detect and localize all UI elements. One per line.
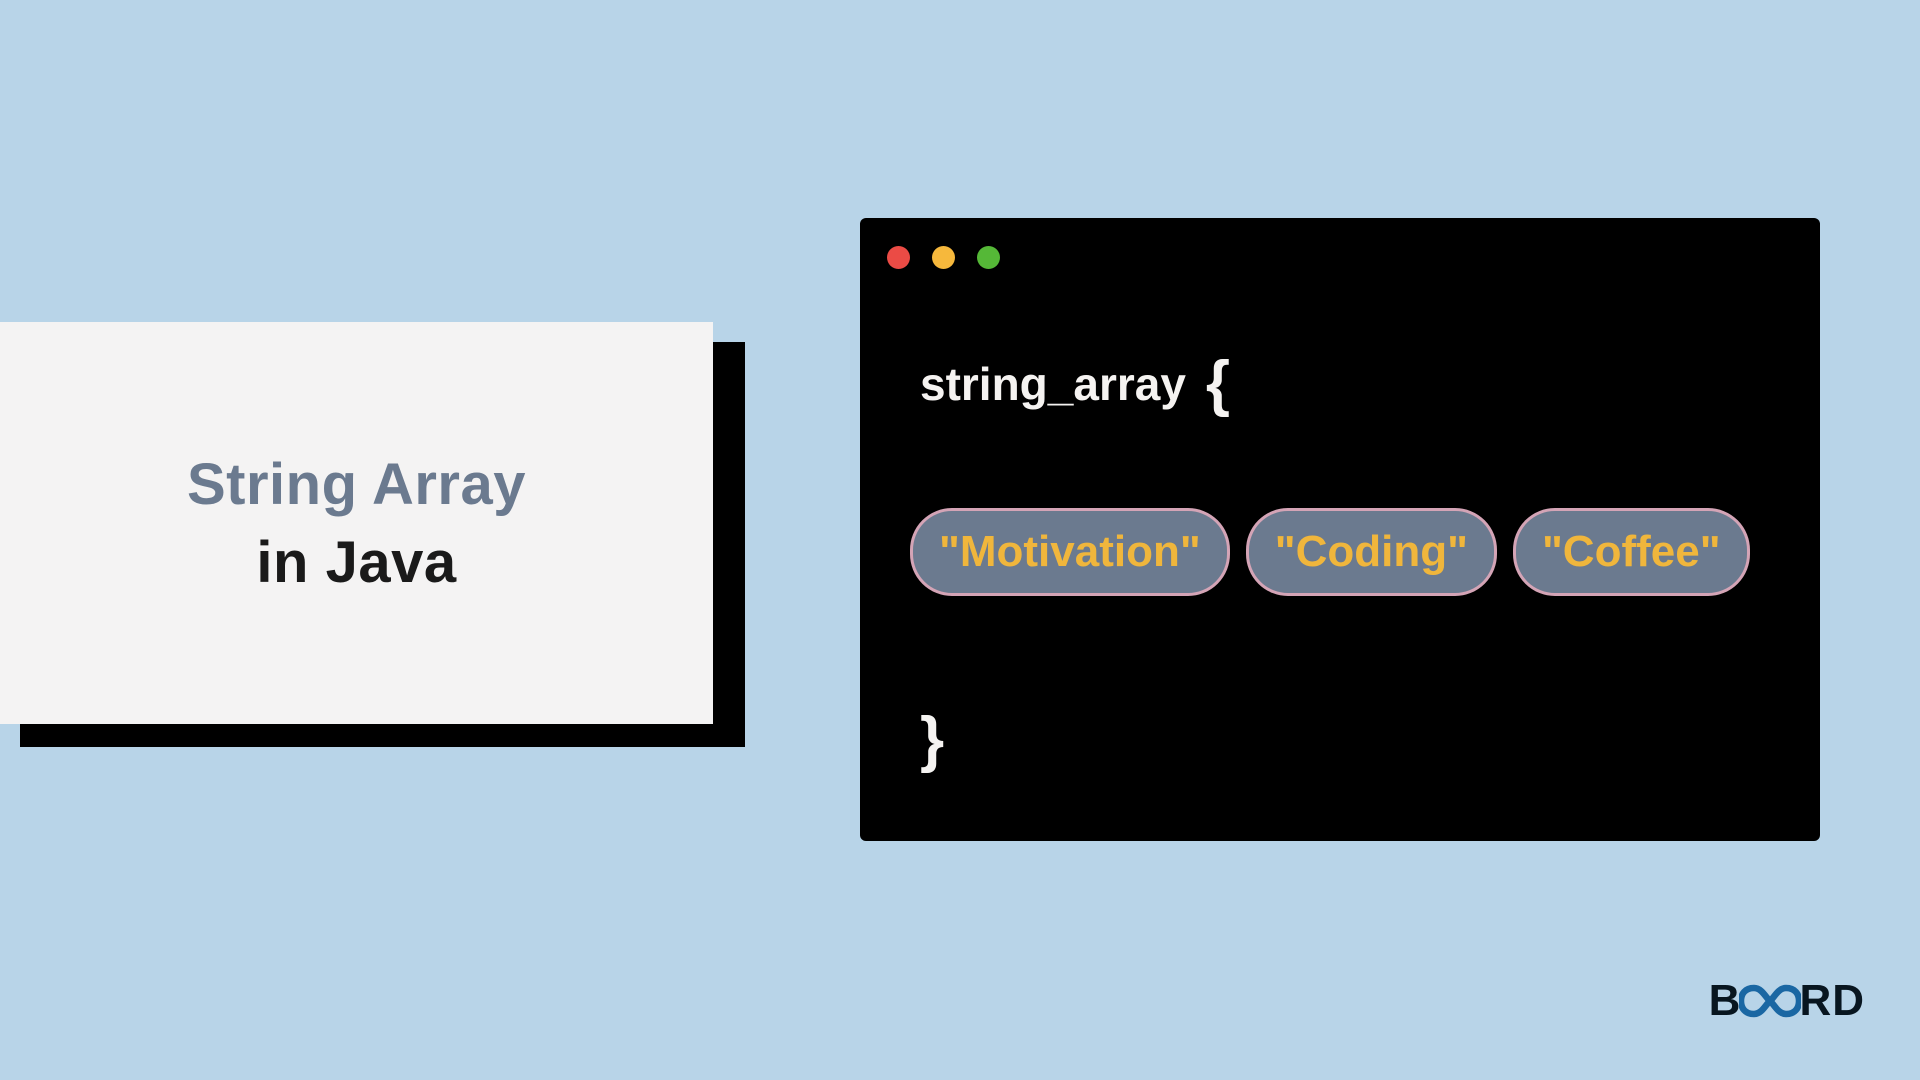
array-item: "Coding" <box>1246 508 1497 596</box>
infinity-icon <box>1739 984 1801 1018</box>
title-line-1: String Array <box>187 450 526 520</box>
code-declaration: string_array { <box>920 348 1230 419</box>
array-items: "Motivation" "Coding" "Coffee" <box>910 508 1750 596</box>
brand-prefix: B <box>1709 976 1742 1026</box>
array-item: "Coffee" <box>1513 508 1750 596</box>
title-line-2: in Java <box>256 529 456 596</box>
terminal-window: string_array { "Motivation" "Coding" "Co… <box>860 218 1820 841</box>
minimize-icon <box>932 246 955 269</box>
close-brace: } <box>920 704 944 775</box>
window-controls <box>887 246 1000 269</box>
brand-suffix: RD <box>1799 976 1865 1026</box>
open-brace: { <box>1206 348 1230 419</box>
close-icon <box>887 246 910 269</box>
array-item: "Motivation" <box>910 508 1230 596</box>
code-identifier: string_array <box>920 357 1186 411</box>
title-card: String Array in Java <box>0 322 713 724</box>
brand-logo: B RD <box>1709 976 1865 1026</box>
maximize-icon <box>977 246 1000 269</box>
